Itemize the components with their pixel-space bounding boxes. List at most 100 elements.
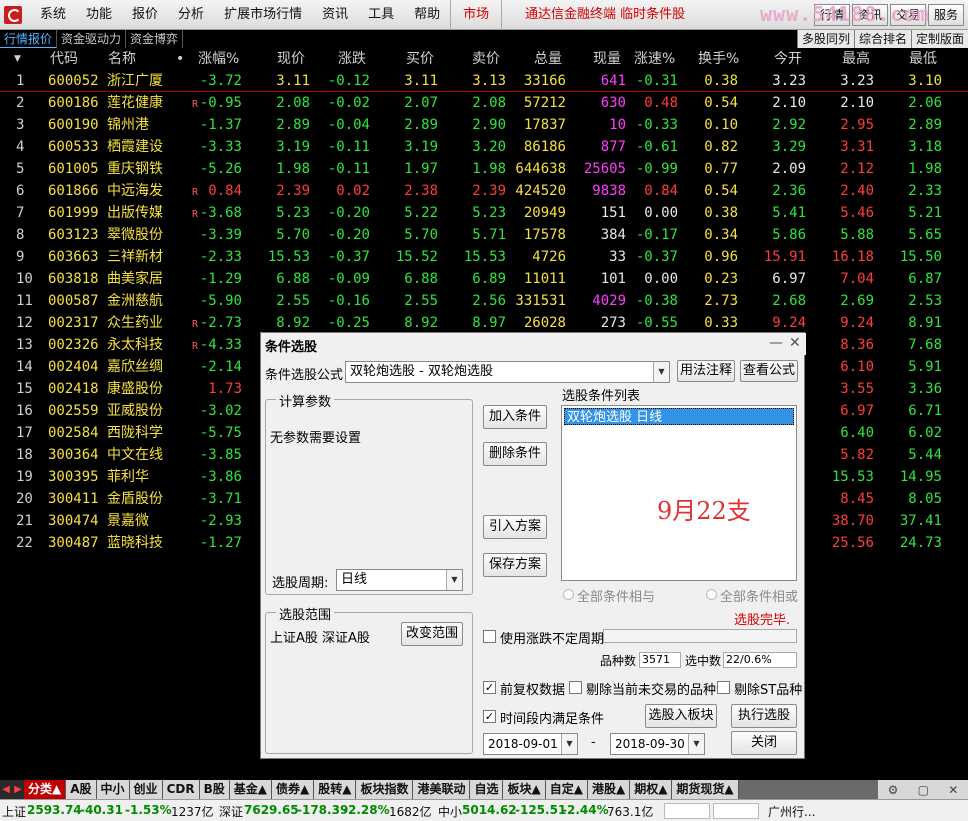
cell-turn: 0.54 xyxy=(704,95,738,111)
header-change-pct[interactable]: 涨幅% xyxy=(198,48,239,70)
bottom-tab[interactable]: 自定▲ xyxy=(545,780,588,799)
header-speed[interactable]: 涨速% xyxy=(634,48,675,70)
bottom-tab[interactable]: 债券▲ xyxy=(271,780,315,799)
chevron-down-icon[interactable]: ▼ xyxy=(446,570,462,590)
header-open[interactable]: 今开 xyxy=(774,48,802,70)
cell-chg: -3.86 xyxy=(199,469,242,485)
tab-quote-list[interactable]: 行情报价 xyxy=(0,30,58,48)
add-condition-button[interactable]: 加入条件 xyxy=(483,405,547,429)
cell-low: 2.89 xyxy=(908,117,942,133)
view-formula-button[interactable]: 查看公式 xyxy=(740,360,798,382)
window-icon[interactable]: ▢ xyxy=(918,783,929,797)
bottom-tab[interactable]: 板块指数 xyxy=(356,780,414,799)
uncertain-period-checkbox[interactable] xyxy=(483,630,496,643)
start-date-picker[interactable]: 2018-09-01 ▼ xyxy=(483,733,578,755)
menu-item-help[interactable]: 帮助 xyxy=(404,0,450,30)
header-code[interactable]: 代码 xyxy=(50,48,78,70)
bottom-tab[interactable]: 股转▲ xyxy=(314,780,357,799)
cell-low: 2.53 xyxy=(908,293,942,309)
header-bid[interactable]: 买价 xyxy=(406,48,434,70)
table-row[interactable]: 8 603123 翠微股份 -3.39 5.70 -0.20 5.70 5.71 17578 38… xyxy=(0,224,968,246)
header-price[interactable]: 现价 xyxy=(277,48,305,70)
bottom-tab[interactable]: 创业 xyxy=(129,780,163,799)
header-ask[interactable]: 卖价 xyxy=(472,48,500,70)
cell-speed: -0.38 xyxy=(635,293,678,309)
bottom-tab[interactable]: 期货现货▲ xyxy=(672,780,739,799)
header-high[interactable]: 最高 xyxy=(842,48,870,70)
exclude-st-checkbox[interactable] xyxy=(717,681,730,694)
add-to-block-button[interactable]: 选股入板块 xyxy=(645,704,717,728)
table-row[interactable]: 2 600186 莲花健康 R -0.95 2.08 -0.02 2.07 2.08 57212 6… xyxy=(0,92,968,114)
bottom-tab[interactable]: A股 xyxy=(66,780,97,799)
date-separator: - xyxy=(591,735,596,750)
table-row[interactable]: 6 601866 中远海发 R 0.84 2.39 0.02 2.38 2.39 424520 98… xyxy=(0,180,968,202)
menu-item-extended-market[interactable]: 扩展市场行情 xyxy=(214,0,312,30)
table-row[interactable]: 1 600052 浙江广厦 -3.72 3.11 -0.12 3.11 3.13 33166 64… xyxy=(0,70,968,92)
delete-condition-button[interactable]: 删除条件 xyxy=(483,442,547,466)
table-row[interactable]: 5 601005 重庆钢铁 -5.26 1.98 -0.11 1.97 1.98 644638 2… xyxy=(0,158,968,180)
menu-item-analysis[interactable]: 分析 xyxy=(168,0,214,30)
stock-code: 601999 xyxy=(48,205,99,221)
close-button[interactable]: 关闭 xyxy=(731,731,797,755)
condition-list-item[interactable]: 双轮炮选股 日线 xyxy=(564,408,794,425)
bottom-tab[interactable]: 港股▲ xyxy=(587,780,631,799)
stock-code: 300474 xyxy=(48,513,99,529)
table-row[interactable]: 7 601999 出版传媒 R -3.68 5.23 -0.20 5.22 5.23 20949 1… xyxy=(0,202,968,224)
menu-item-function[interactable]: 功能 xyxy=(76,0,122,30)
table-row[interactable]: 11 000587 金洲慈航 -5.90 2.55 -0.16 2.55 2.56 331531… xyxy=(0,290,968,312)
tab-multi-stock[interactable]: 多股同列 xyxy=(796,30,854,48)
bottom-tab[interactable]: 中小 xyxy=(96,780,130,799)
chevron-down-icon[interactable]: ▼ xyxy=(561,734,577,754)
header-current-volume[interactable]: 现量 xyxy=(593,48,621,70)
service-button[interactable]: 服务 xyxy=(927,4,964,26)
bottom-tab[interactable]: CDR xyxy=(162,780,200,799)
minimize-icon[interactable]: — xyxy=(769,335,783,351)
bottom-tab[interactable]: 期权▲ xyxy=(630,780,673,799)
execute-screen-button[interactable]: 执行选股 xyxy=(731,704,797,728)
chevron-down-icon[interactable]: ▼ xyxy=(688,734,704,754)
bottom-tab[interactable]: 板块▲ xyxy=(503,780,546,799)
menu-item-market[interactable]: 市场 xyxy=(450,0,503,30)
menu-item-quote[interactable]: 报价 xyxy=(122,0,168,30)
table-row[interactable]: 9 603663 三祥新材 -2.33 15.53 -0.37 15.52 15.53 4726… xyxy=(0,246,968,268)
scroll-left-icon[interactable]: ◀ xyxy=(0,780,12,799)
radio-or[interactable] xyxy=(706,589,717,600)
period-select[interactable]: 日线 ▼ xyxy=(336,569,463,591)
table-row[interactable]: 4 600533 栖霞建设 -3.33 3.19 -0.11 3.19 3.20 86186 87… xyxy=(0,136,968,158)
prior-rights-checkbox[interactable]: ✓ xyxy=(483,681,496,694)
tab-fund-drive[interactable]: 资金驱动力 xyxy=(57,30,127,48)
menu-item-tools[interactable]: 工具 xyxy=(358,0,404,30)
tab-fund-game[interactable]: 资金博弈 xyxy=(126,30,184,48)
bottom-tab[interactable]: 自选 xyxy=(470,780,504,799)
bottom-tab[interactable]: B股 xyxy=(199,780,230,799)
bottom-tab[interactable]: 分类▲ xyxy=(24,780,67,799)
radio-and[interactable] xyxy=(563,589,574,600)
menu-item-system[interactable]: 系统 xyxy=(30,0,76,30)
menu-item-news[interactable]: 资讯 xyxy=(312,0,358,30)
chevron-down-icon[interactable]: ▼ xyxy=(653,362,669,382)
close-icon[interactable]: ✕ xyxy=(948,783,958,797)
gear-icon[interactable]: ⚙ xyxy=(888,783,899,797)
import-plan-button[interactable]: 引入方案 xyxy=(483,515,547,539)
bottom-tab[interactable]: 港美联动 xyxy=(413,780,471,799)
tab-custom-layout[interactable]: 定制版面 xyxy=(910,30,968,48)
exclude-untraded-checkbox[interactable] xyxy=(569,681,582,694)
table-row[interactable]: 12 002317 众生药业 R -2.73 8.92 -0.25 8.92 8.97 26028… xyxy=(0,312,968,334)
header-diff[interactable]: 涨跌 xyxy=(338,48,366,70)
table-row[interactable]: 10 603818 曲美家居 -1.29 6.88 -0.09 6.88 6.89 11011 1… xyxy=(0,268,968,290)
usage-notes-button[interactable]: 用法注释 xyxy=(677,360,735,382)
change-scope-button[interactable]: 改变范围 xyxy=(401,622,463,646)
header-low[interactable]: 最低 xyxy=(909,48,937,70)
header-turnover[interactable]: 换手% xyxy=(698,48,739,70)
header-name[interactable]: 名称 xyxy=(108,48,136,70)
save-plan-button[interactable]: 保存方案 xyxy=(483,553,547,577)
table-row[interactable]: 3 600190 锦州港 -1.37 2.89 -0.04 2.89 2.90 17837 10-… xyxy=(0,114,968,136)
time-range-checkbox[interactable]: ✓ xyxy=(483,710,496,723)
end-date-picker[interactable]: 2018-09-30 ▼ xyxy=(610,733,705,755)
tab-composite-rank[interactable]: 综合排名 xyxy=(853,30,911,48)
header-volume[interactable]: 总量 xyxy=(534,48,562,70)
close-icon[interactable]: ✕ xyxy=(789,335,801,351)
bottom-tab[interactable]: 基金▲ xyxy=(229,780,272,799)
formula-select[interactable]: 双轮炮选股 - 双轮炮选股 ▼ xyxy=(345,361,670,383)
scroll-right-icon[interactable]: ▶ xyxy=(12,780,24,799)
